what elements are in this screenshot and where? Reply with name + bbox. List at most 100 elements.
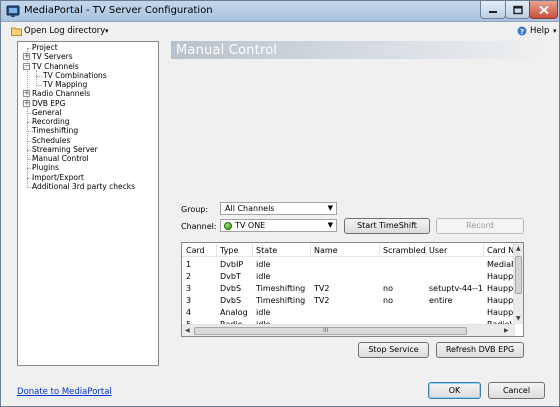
tree-item-recording[interactable]: Recording — [32, 117, 70, 126]
tree-connector — [36, 75, 42, 77]
tree-item-tv-combinations[interactable]: TV Combinations — [43, 71, 107, 80]
expand-icon[interactable]: + — [23, 53, 30, 61]
tree-item-radio-channels[interactable]: Radio Channels — [32, 89, 90, 98]
refresh-dvb-epg-button[interactable]: Refresh DVB EPG — [436, 342, 524, 358]
group-select-value: All Channels — [225, 204, 275, 213]
help-icon: ? — [517, 26, 527, 36]
table-cell: DvbT — [220, 272, 241, 281]
window-title: MediaPortal - TV Server Configuration — [24, 5, 213, 16]
channel-select[interactable]: TV ONE ▼ — [220, 219, 337, 232]
grid-horizontal-scrollbar[interactable]: ◀ III ▶ — [182, 324, 515, 336]
column-header-card-name[interactable]: Card N — [487, 246, 514, 255]
table-cell: idle — [256, 260, 271, 269]
grid-vertical-scrollbar[interactable]: ▲ ▼ — [513, 243, 523, 324]
mediaportal-app-icon — [6, 5, 20, 17]
table-row[interactable]: 3 DvbS Timeshifting TV2 no setuptv-44--1 Haupp — [182, 283, 514, 295]
panel-header: Manual Control — [171, 41, 547, 59]
table-cell: idle — [256, 308, 271, 317]
table-cell: Haupp — [487, 272, 514, 281]
scroll-up-icon[interactable]: ▲ — [516, 245, 521, 252]
collapse-icon[interactable]: − — [23, 62, 30, 70]
help-menu[interactable]: Help — [530, 26, 549, 36]
table-cell: 3 — [186, 284, 192, 293]
tree-item-tv-channels[interactable]: TV Channels — [32, 62, 79, 71]
navigation-tree[interactable]: Project + TV Servers − TV Channels TV Combina… — [17, 41, 159, 366]
minimize-icon — [489, 10, 497, 13]
column-header-state[interactable]: State — [256, 246, 277, 255]
column-header-card[interactable]: Card — [186, 246, 205, 255]
table-cell: DvbIP — [220, 260, 244, 269]
column-header-name[interactable]: Name — [314, 246, 338, 255]
table-row[interactable]: 3 DvbS Timeshifting TV2 no entire Haupp — [182, 295, 514, 307]
maximize-icon — [512, 5, 523, 14]
expand-icon[interactable]: + — [23, 90, 30, 98]
table-cell: Haupp — [487, 284, 514, 293]
table-cell: setuptv-44--1 — [429, 284, 483, 293]
scroll-right-icon[interactable]: ▶ — [504, 327, 509, 334]
scroll-down-icon[interactable]: ▼ — [516, 315, 521, 322]
tree-item-dvb-epg[interactable]: DVB EPG — [32, 99, 65, 108]
cancel-button[interactable]: Cancel — [488, 382, 545, 399]
column-header-user[interactable]: User — [429, 246, 447, 255]
table-cell: DvbS — [220, 284, 242, 293]
start-timeshift-button[interactable]: Start TimeShift — [344, 218, 430, 234]
chevron-down-icon: ▼ — [327, 204, 333, 212]
minimize-button[interactable] — [480, 1, 506, 19]
expand-icon[interactable]: + — [23, 99, 30, 107]
svg-text:?: ? — [520, 28, 524, 36]
table-cell: TV2 — [314, 284, 330, 293]
record-button[interactable]: Record — [436, 218, 524, 234]
card-status-grid[interactable]: Card Type State Name Scrambled User Card… — [181, 242, 524, 337]
table-cell: 4 — [186, 308, 192, 317]
tree-item-additional-3rd-party-checks[interactable]: Additional 3rd party checks — [32, 182, 135, 191]
folder-icon — [11, 27, 22, 36]
tree-connector — [36, 70, 37, 86]
column-header-scrambled[interactable]: Scrambled — [383, 246, 426, 255]
chevron-down-icon: ▾ — [553, 27, 557, 35]
panel-title: Manual Control — [176, 43, 278, 58]
table-cell: idle — [256, 272, 271, 281]
donate-link[interactable]: Donate to MediaPortal — [17, 387, 112, 397]
tree-item-project[interactable]: Project — [32, 43, 58, 52]
stop-service-button[interactable]: Stop Service — [358, 342, 429, 358]
table-cell: Timeshifting — [256, 284, 306, 293]
open-log-directory-menu[interactable]: Open Log directory — [24, 26, 105, 36]
vertical-scroll-thumb[interactable] — [515, 256, 522, 294]
tree-item-manual-control[interactable]: Manual Control — [32, 154, 89, 163]
tree-item-schedules[interactable]: Schedules — [32, 136, 70, 145]
tree-item-import-export[interactable]: Import/Export — [32, 173, 84, 182]
group-label: Group: — [181, 205, 209, 214]
tree-item-streaming-server[interactable]: Streaming Server — [32, 145, 98, 154]
channel-label: Channel: — [181, 222, 217, 231]
close-button[interactable] — [529, 1, 558, 19]
table-row[interactable]: 1 DvbIP idle MediaF — [182, 259, 514, 271]
table-cell: Timeshifting — [256, 296, 306, 305]
maximize-button[interactable] — [505, 1, 530, 19]
table-cell: DvbS — [220, 296, 242, 305]
ok-button[interactable]: OK — [428, 382, 481, 399]
tree-item-tv-servers[interactable]: TV Servers — [32, 52, 73, 61]
title-bar[interactable]: MediaPortal - TV Server Configuration — [1, 1, 559, 22]
table-cell: Analog — [220, 308, 248, 317]
tree-item-general[interactable]: General — [32, 108, 62, 117]
horizontal-scroll-thumb[interactable]: III — [194, 327, 467, 335]
column-header-type[interactable]: Type — [220, 246, 238, 255]
tree-item-tv-mapping[interactable]: TV Mapping — [43, 80, 87, 89]
table-cell: MediaF — [487, 260, 514, 269]
channel-status-icon — [224, 222, 232, 230]
tree-item-plugins[interactable]: Plugins — [32, 163, 59, 172]
table-cell: 3 — [186, 296, 192, 305]
group-select[interactable]: All Channels ▼ — [220, 202, 337, 215]
table-cell: Haupp — [487, 296, 514, 305]
table-cell: entire — [429, 296, 453, 305]
table-row[interactable]: 4 Analog idle Haupp — [182, 307, 514, 319]
tree-item-timeshifting[interactable]: Timeshifting — [32, 126, 78, 135]
channel-select-value: TV ONE — [235, 221, 266, 230]
close-icon — [538, 5, 549, 14]
table-cell: 1 — [186, 260, 192, 269]
table-cell: 2 — [186, 272, 192, 281]
menu-bar: Open Log directory ▾ ? Help ▾ — [2, 22, 558, 40]
table-cell: Haupp — [487, 308, 514, 317]
scroll-left-icon[interactable]: ◀ — [185, 327, 190, 334]
table-row[interactable]: 2 DvbT idle Haupp — [182, 271, 514, 283]
